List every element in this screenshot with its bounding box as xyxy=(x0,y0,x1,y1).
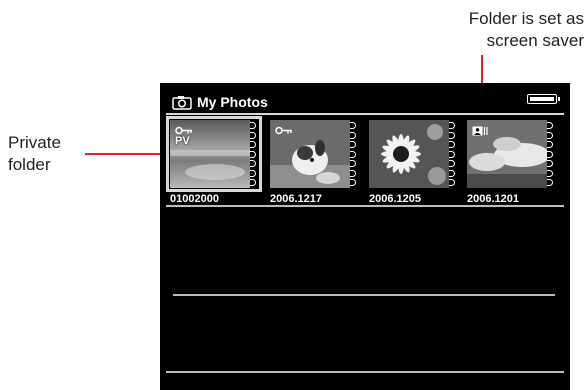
screen-saver-callout: Folder is set as screen saver xyxy=(398,8,584,52)
album-label: 01002000 xyxy=(170,193,219,205)
album-thumbnail[interactable]: PV xyxy=(166,116,262,192)
binder-rings xyxy=(547,122,555,186)
callout-text-line: Folder is set as xyxy=(468,9,584,28)
album-photo xyxy=(369,120,449,188)
album-label: 2006.1201 xyxy=(467,193,519,205)
footer-divider xyxy=(166,371,564,373)
camera-icon xyxy=(172,95,192,110)
device-screen: My Photos PV 01002000 2006.1217 2006.120… xyxy=(160,83,570,390)
screen-saver-icon xyxy=(472,126,488,136)
callout-text-line: Private xyxy=(8,133,61,152)
callout-text-line: screen saver xyxy=(486,31,584,50)
battery-icon xyxy=(527,94,560,104)
album-thumbnail[interactable] xyxy=(467,120,555,188)
page-title: My Photos xyxy=(197,94,268,110)
row-divider xyxy=(173,294,555,296)
album-thumbnail[interactable] xyxy=(369,120,457,188)
binder-rings xyxy=(350,122,358,186)
header-divider xyxy=(166,113,564,115)
key-icon xyxy=(275,126,292,135)
album-label: 2006.1205 xyxy=(369,193,421,205)
row-divider xyxy=(166,205,564,207)
private-badge: PV xyxy=(175,135,190,147)
album-thumbnail[interactable] xyxy=(270,120,358,188)
key-icon xyxy=(175,126,192,135)
binder-rings xyxy=(250,122,258,186)
album-label: 2006.1217 xyxy=(270,193,322,205)
callout-text-line: folder xyxy=(8,155,51,174)
binder-rings xyxy=(449,122,457,186)
title-bar: My Photos xyxy=(172,92,268,112)
